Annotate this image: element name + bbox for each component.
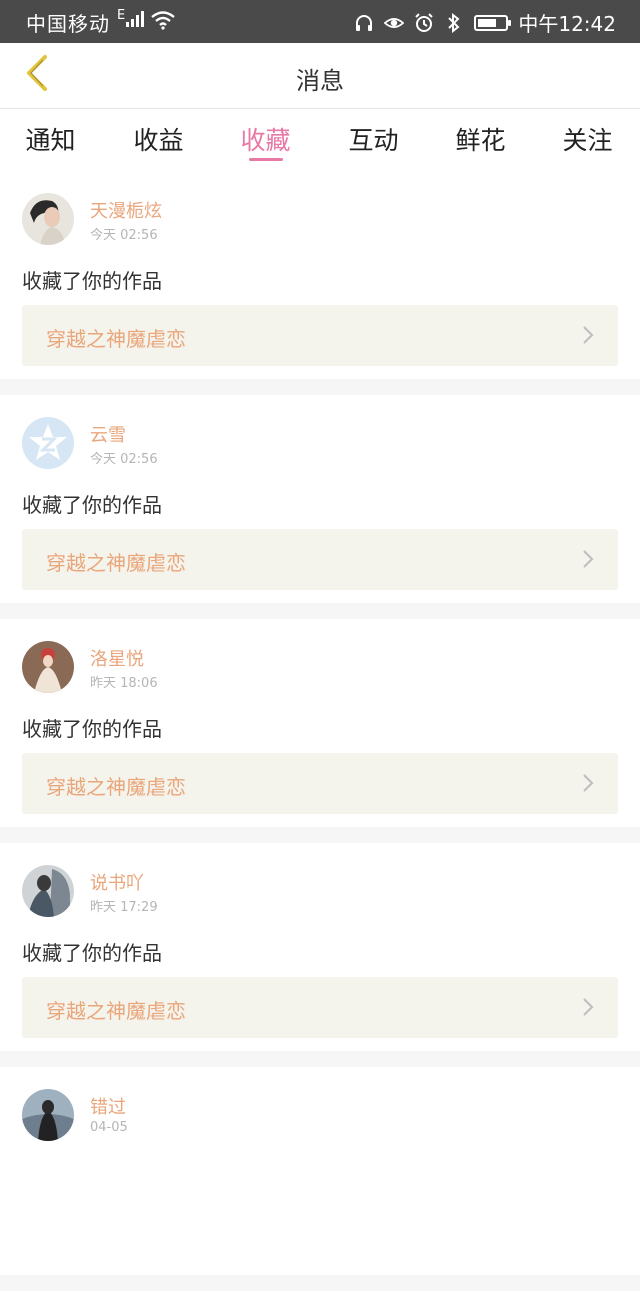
avatar[interactable] <box>22 1089 74 1141</box>
message-item: 云雪 今天 02:56 收藏了你的作品 穿越之神魔虐恋 <box>0 395 640 619</box>
clock: 中午12:42 <box>518 12 616 36</box>
status-right-group: 中午12:42 <box>354 8 616 37</box>
tab-favorites[interactable]: 收藏 <box>212 121 319 157</box>
timestamp: 昨天 17:29 <box>90 900 158 915</box>
username[interactable]: 说书吖 <box>90 869 144 895</box>
carrier-name: 中国移动 <box>26 12 110 36</box>
work-title: 穿越之神魔虐恋 <box>46 551 186 575</box>
app-header: 消息 <box>0 43 640 109</box>
username[interactable]: 天漫栀炫 <box>90 197 162 223</box>
action-text: 收藏了你的作品 <box>22 717 162 741</box>
tab-earnings[interactable]: 收益 <box>105 121 212 157</box>
timestamp: 今天 02:56 <box>90 228 158 243</box>
avatar[interactable] <box>22 865 74 917</box>
timestamp: 今天 02:56 <box>90 452 158 467</box>
work-link[interactable]: 穿越之神魔虐恋 <box>22 305 618 366</box>
avatar[interactable] <box>22 641 74 693</box>
timestamp: 04-05 <box>90 1120 128 1135</box>
headphones-icon <box>354 13 374 33</box>
work-title: 穿越之神魔虐恋 <box>46 327 186 351</box>
work-link[interactable]: 穿越之神魔虐恋 <box>22 977 618 1038</box>
action-text: 收藏了你的作品 <box>22 941 162 965</box>
battery-icon <box>474 14 512 31</box>
tab-interactions[interactable]: 互动 <box>320 121 427 157</box>
username[interactable]: 洛星悦 <box>90 645 144 671</box>
username[interactable]: 云雪 <box>90 421 126 447</box>
action-text: 收藏了你的作品 <box>22 269 162 293</box>
status-bar: 中国移动 E 中午12:42 <box>0 0 640 43</box>
eye-icon <box>384 13 405 33</box>
work-title: 穿越之神魔虐恋 <box>46 775 186 799</box>
message-item: 错过 04-05 <box>0 1067 640 1291</box>
chevron-right-icon <box>582 773 594 793</box>
work-title: 穿越之神魔虐恋 <box>46 999 186 1023</box>
work-link[interactable]: 穿越之神魔虐恋 <box>22 529 618 590</box>
message-item: 天漫栀炫 今天 02:56 收藏了你的作品 穿越之神魔虐恋 <box>0 171 640 395</box>
signal-icon <box>126 11 144 31</box>
tab-bar: 通知 收益 收藏 互动 鲜花 关注 <box>0 109 640 171</box>
username[interactable]: 错过 <box>90 1093 126 1119</box>
chevron-right-icon <box>582 997 594 1017</box>
work-link[interactable]: 穿越之神魔虐恋 <box>22 753 618 814</box>
alarm-icon <box>414 12 434 33</box>
message-list: 天漫栀炫 今天 02:56 收藏了你的作品 穿越之神魔虐恋 云雪 今天 02:5… <box>0 171 640 1291</box>
tab-following[interactable]: 关注 <box>534 121 640 157</box>
network-type: E <box>117 8 126 23</box>
wifi-icon <box>150 10 176 34</box>
message-item: 洛星悦 昨天 18:06 收藏了你的作品 穿越之神魔虐恋 <box>0 619 640 843</box>
action-text: 收藏了你的作品 <box>22 493 162 517</box>
avatar[interactable] <box>22 193 74 245</box>
tab-flowers[interactable]: 鲜花 <box>427 121 534 157</box>
tab-notifications[interactable]: 通知 <box>0 121 104 157</box>
chevron-right-icon <box>582 325 594 345</box>
bluetooth-icon <box>444 12 464 33</box>
avatar[interactable] <box>22 417 74 469</box>
active-tab-indicator <box>249 158 283 161</box>
timestamp: 昨天 18:06 <box>90 676 158 691</box>
page-title: 消息 <box>296 67 344 95</box>
chevron-right-icon <box>582 549 594 569</box>
message-item: 说书吖 昨天 17:29 收藏了你的作品 穿越之神魔虐恋 <box>0 843 640 1067</box>
